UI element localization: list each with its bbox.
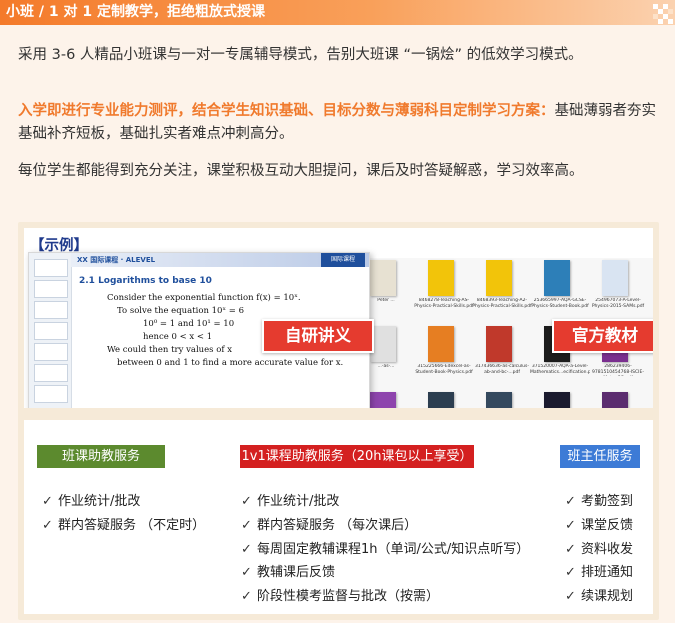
class-service-list: ✓ 作业统计/批改 ✓ 群内答疑服务 （不定时） xyxy=(42,490,205,538)
list-item: ✓ 排班通知 xyxy=(565,561,633,585)
example-panel: 【示例】 Peter ... 8468278-Teaching-AS-Physic… xyxy=(18,222,659,620)
oneonone-service-header: 1v1课程助教服务（20h课包以上享受） xyxy=(240,445,474,468)
list-item-label: 作业统计/批改 xyxy=(257,494,340,509)
list-item-label: 课堂反馈 xyxy=(581,517,634,533)
file-name: 371520007-AQA-a-Level-Mathematics...ecif… xyxy=(530,364,590,375)
check-icon: ✓ xyxy=(241,565,252,581)
file-item[interactable]: 8468278-Teaching-AS-Physics-Practical-Sk… xyxy=(414,260,474,326)
pdf-cover-icon xyxy=(486,392,512,408)
check-icon: ✓ xyxy=(241,589,252,605)
check-icon: ✓ xyxy=(565,541,576,557)
file-item[interactable] xyxy=(530,392,586,408)
file-item[interactable]: 254967073-A-Level-Physics-2015-SAMs.pdf xyxy=(588,260,644,326)
class-service-header: 班课助教服务 xyxy=(37,445,165,468)
list-item-label: 教辅课后反馈 xyxy=(257,565,336,581)
list-item: ✓ 群内答疑服务 （每次课后） xyxy=(241,514,529,538)
file-name: 315225666-Edexcel-as-Student-Book-Physic… xyxy=(415,364,473,375)
pdf-cover-icon xyxy=(370,260,396,296)
intro-paragraph-1: 采用 3-6 人精品小班课与一对一专属辅导模式，告别大班课 “一锅烩” 的低效学… xyxy=(18,47,583,63)
list-item-label: 阶段性模考监督与批改（按需） xyxy=(257,589,440,605)
list-item: ✓ 课堂反馈 xyxy=(565,514,633,538)
list-item: ✓ 考勤签到 xyxy=(565,490,633,514)
example-screenshot: 【示例】 Peter ... 8468278-Teaching-AS-Physic… xyxy=(24,228,653,408)
pdf-cover-icon xyxy=(544,260,570,296)
file-item[interactable] xyxy=(472,392,528,408)
pdf-cover-icon xyxy=(428,326,454,362)
page-thumbnail xyxy=(34,322,68,340)
intro-paragraph-3: 每位学生都能得到充分关注，课堂积极互动大胆提问，课后及时答疑解惑，学习效率高。 xyxy=(18,163,584,179)
check-icon: ✓ xyxy=(565,589,576,605)
file-name: 286239406-9781510454768-ISCIE-Mat...-SG.… xyxy=(592,364,644,375)
list-item: ✓ 阶段性模考监督与批改（按需） xyxy=(241,585,529,609)
check-icon: ✓ xyxy=(565,517,576,533)
list-item-label: 排班通知 xyxy=(581,565,634,581)
pdf-cover-icon xyxy=(428,260,454,296)
intro-paragraph-2: 入学即进行专业能力测评，结合学生知识基础、目标分数与薄弱科目定制学习方案：基础薄… xyxy=(18,100,660,146)
doc-line: between 0 and 1 to find a more accurate … xyxy=(117,358,344,368)
highlight-text: 入学即进行专业能力测评，结合学生知识基础、目标分数与薄弱科目定制学习方案： xyxy=(18,103,555,119)
check-icon: ✓ xyxy=(42,517,53,533)
list-item-label: 群内答疑服务 （不定时） xyxy=(58,517,206,533)
list-item: ✓ 作业统计/批改 xyxy=(241,490,529,514)
pdf-cover-icon xyxy=(602,392,628,408)
file-item[interactable] xyxy=(588,392,644,408)
doc-logo: XX 国际课程 · ALEVEL xyxy=(77,256,156,264)
list-item: ✓ 群内答疑服务 （不定时） xyxy=(42,514,205,538)
doc-banner: 国际课程 xyxy=(321,253,365,267)
page-thumbnail xyxy=(34,280,68,298)
list-item: ✓ 续课规划 xyxy=(565,585,633,609)
page-thumbnails xyxy=(29,253,72,408)
headteacher-service-header: 班主任服务 xyxy=(560,445,640,468)
file-name: 8468278-Teaching-AS-Physics-Practical-Sk… xyxy=(414,298,474,309)
file-item[interactable]: 8468393-Teaching-A2-Physics-Practical-Sk… xyxy=(472,260,532,326)
header-title: 小班 / 1 对 1 定制教学，拒绝粗放式授课 xyxy=(6,4,265,20)
doc-heading: 2.1 Logarithms to base 10 xyxy=(79,276,212,286)
page-thumbnail xyxy=(34,343,68,361)
doc-line: To solve the equation 10ˣ = 6 xyxy=(117,306,244,316)
check-icon: ✓ xyxy=(565,494,576,509)
list-item-label: 作业统计/批改 xyxy=(58,494,141,509)
check-icon: ✓ xyxy=(565,565,576,581)
list-item: ✓ 作业统计/批改 xyxy=(42,490,205,514)
list-item-label: 资料收发 xyxy=(581,541,634,557)
page-thumbnail xyxy=(34,364,68,382)
page-thumbnail xyxy=(34,301,68,319)
oneonone-service-list: ✓ 作业统计/批改 ✓ 群内答疑服务 （每次课后） ✓ 每周固定教辅课程1h（单词/公… xyxy=(241,490,529,609)
pdf-cover-icon xyxy=(370,392,396,408)
pdf-cover-icon xyxy=(428,392,454,408)
list-item: ✓ 资料收发 xyxy=(565,538,633,562)
service-area: 班课助教服务 1v1课程助教服务（20h课包以上享受） 班主任服务 ✓ 作业统计/… xyxy=(24,420,653,614)
headteacher-service-list: ✓ 考勤签到 ✓ 课堂反馈 ✓ 资料收发 ✓ 排班通知 ✓ 续课规划 xyxy=(565,490,633,609)
list-item-label: 续课规划 xyxy=(581,589,634,605)
doc-line: Consider the exponential function f(x) =… xyxy=(107,293,301,303)
self-developed-handout-label: 自研讲义 xyxy=(262,319,374,353)
page-thumbnail xyxy=(34,259,68,277)
official-textbook-label: 官方教材 xyxy=(552,319,653,353)
check-icon: ✓ xyxy=(241,517,252,533)
file-name: 254967073-A-Level-Physics-2015-SAMs.pdf xyxy=(591,298,645,309)
file-name: 8468393-Teaching-A2-Physics-Practical-Sk… xyxy=(472,298,532,309)
pdf-cover-icon xyxy=(544,392,570,408)
pdf-cover-icon xyxy=(486,326,512,362)
file-item[interactable]: 315225666-Edexcel-as-Student-Book-Physic… xyxy=(414,326,473,392)
list-item-label: 每周固定教辅课程1h（单词/公式/知识点听写） xyxy=(257,541,530,557)
file-item[interactable]: 317436636-as-calculus-ab-and-bc-...pdf xyxy=(472,326,529,392)
file-item[interactable] xyxy=(414,392,470,408)
pdf-cover-icon xyxy=(486,260,512,296)
file-name: 253665997-AQA-GCSE-Physics-Student-Book.… xyxy=(531,298,589,309)
list-item-label: 考勤签到 xyxy=(581,494,634,509)
checker-decoration-icon xyxy=(653,4,673,24)
check-icon: ✓ xyxy=(42,494,53,509)
check-icon: ✓ xyxy=(241,494,252,509)
list-item: ✓ 每周固定教辅课程1h（单词/公式/知识点听写） xyxy=(241,538,529,562)
list-item-label: 群内答疑服务 （每次课后） xyxy=(257,517,418,533)
page-thumbnail xyxy=(34,385,68,403)
check-icon: ✓ xyxy=(241,541,252,557)
list-item: ✓ 教辅课后反馈 xyxy=(241,561,529,585)
file-name: 317436636-as-calculus-ab-and-bc-...pdf xyxy=(475,364,529,375)
file-item[interactable]: 253665997-AQA-GCSE-Physics-Student-Book.… xyxy=(530,260,589,326)
header-banner: 小班 / 1 对 1 定制教学，拒绝粗放式授课 xyxy=(0,0,675,25)
pdf-cover-icon xyxy=(602,260,628,296)
